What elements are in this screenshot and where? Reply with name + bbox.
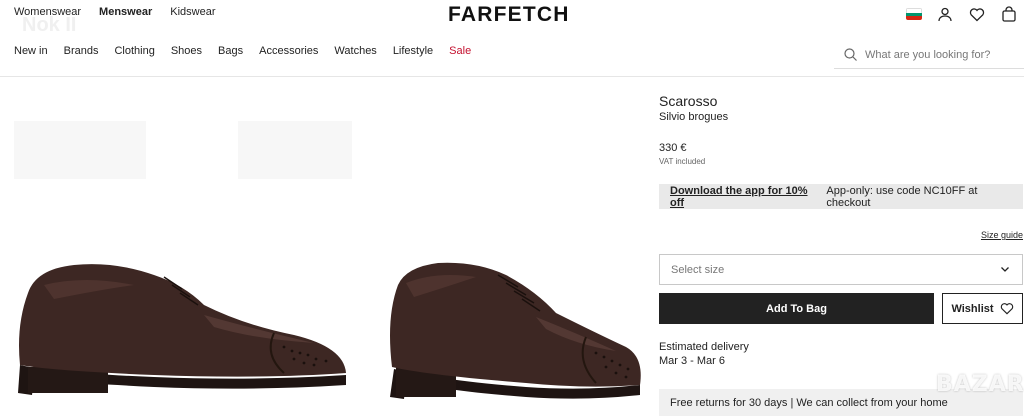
brand-name[interactable]: Scarosso: [659, 93, 717, 109]
user-icon[interactable]: [936, 6, 954, 22]
nav-shoes[interactable]: Shoes: [171, 45, 202, 57]
search-icon: [844, 48, 857, 61]
category-nav: New in Brands Clothing Shoes Bags Access…: [14, 45, 471, 57]
nav-new-in[interactable]: New in: [14, 45, 48, 57]
nav-accessories[interactable]: Accessories: [259, 45, 318, 57]
add-to-bag-button[interactable]: Add To Bag: [659, 293, 934, 324]
nav-brands[interactable]: Brands: [64, 45, 99, 57]
search-input[interactable]: [865, 48, 1005, 61]
header-icons: [906, 6, 1018, 22]
gallery-ghost-image: [14, 121, 146, 179]
chevron-down-icon: [1001, 267, 1009, 272]
size-guide-link[interactable]: Size guide: [981, 230, 1023, 240]
gallery-ghost-image: [238, 121, 352, 179]
wishlist-button[interactable]: Wishlist: [942, 293, 1023, 324]
gender-menswear[interactable]: Menswear: [99, 6, 152, 18]
product-name: Silvio brogues: [659, 111, 729, 123]
nav-bags[interactable]: Bags: [218, 45, 243, 57]
promo-text: App-only: use code NC10FF at checkout: [826, 184, 978, 209]
search-bar[interactable]: [834, 41, 1024, 69]
app-promo-banner: Download the app for 10% off App-only: u…: [659, 184, 1023, 209]
heart-icon[interactable]: [968, 6, 986, 22]
nav-watches[interactable]: Watches: [334, 45, 376, 57]
gender-womenswear[interactable]: Womenswear: [14, 6, 81, 18]
gender-nav: Womenswear Menswear Kidswear: [14, 6, 216, 18]
size-select[interactable]: Select size: [659, 254, 1023, 285]
product-price: 330 €: [659, 142, 687, 154]
vat-note: VAT included: [659, 157, 706, 166]
bazar-watermark: BAZAR: [936, 372, 1024, 397]
delivery-label: Estimated delivery: [659, 341, 749, 353]
delivery-dates: Mar 3 - Mar 6: [659, 355, 726, 367]
farfetch-logo[interactable]: FARFETCH: [448, 3, 570, 27]
nav-sale[interactable]: Sale: [449, 45, 471, 57]
wishlist-label: Wishlist: [951, 302, 994, 315]
download-app-link[interactable]: Download the app for 10% off: [670, 185, 823, 209]
product-image-angle-view[interactable]: [386, 257, 644, 401]
nav-clothing[interactable]: Clothing: [114, 45, 154, 57]
nav-lifestyle[interactable]: Lifestyle: [393, 45, 433, 57]
heart-icon: [1000, 303, 1013, 315]
bag-icon[interactable]: [1000, 6, 1018, 22]
gender-kidswear[interactable]: Kidswear: [170, 6, 215, 18]
product-image-side-view[interactable]: [14, 255, 352, 397]
size-select-label: Select size: [671, 263, 725, 276]
top-bar: Nok II Womenswear Menswear Kidswear FARF…: [0, 0, 1024, 36]
product-gallery: [0, 77, 645, 416]
bulgaria-flag-icon[interactable]: [906, 8, 922, 20]
